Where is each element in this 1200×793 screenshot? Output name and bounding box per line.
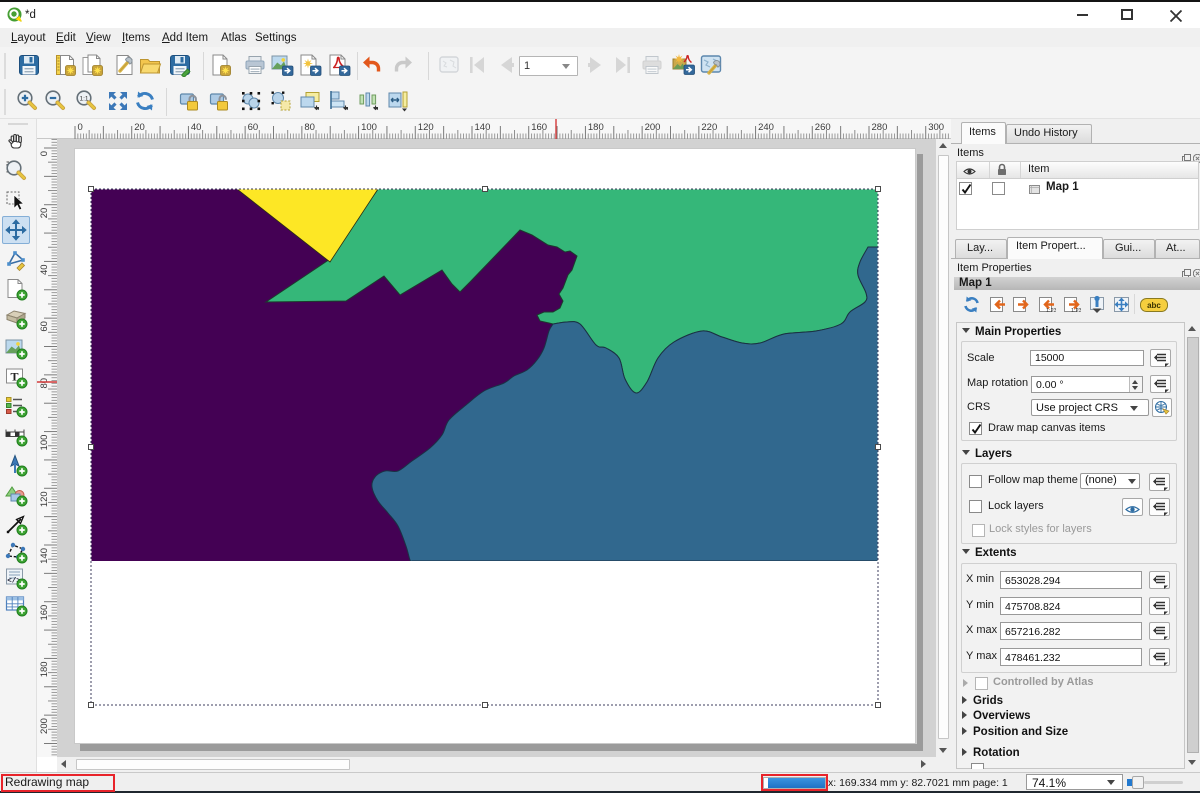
svg-text:40: 40 [191, 122, 202, 133]
svg-text:40: 40 [39, 264, 50, 275]
svg-text:20: 20 [39, 208, 50, 219]
svg-text:220: 220 [701, 122, 717, 133]
svg-text:0: 0 [39, 151, 50, 156]
svg-text:140: 140 [39, 548, 50, 564]
svg-text:100: 100 [39, 435, 50, 451]
svg-text:100: 100 [361, 122, 377, 133]
svg-text:60: 60 [248, 122, 259, 133]
svg-text:abc: abc [1147, 301, 1161, 310]
svg-text:160: 160 [531, 122, 547, 133]
svg-text:200: 200 [39, 718, 50, 734]
svg-text:300: 300 [928, 122, 944, 133]
svg-text:280: 280 [872, 122, 888, 133]
svg-text:120: 120 [39, 491, 50, 507]
svg-text:140: 140 [475, 122, 491, 133]
svg-text:1:23: 1:23 [1046, 308, 1056, 314]
svg-text:180: 180 [588, 122, 604, 133]
svg-text:180: 180 [39, 661, 50, 677]
svg-text:200: 200 [645, 122, 661, 133]
svg-text:160: 160 [39, 605, 50, 621]
svg-text:0: 0 [78, 122, 83, 133]
svg-text:60: 60 [39, 321, 50, 332]
svg-text:1:1: 1:1 [79, 96, 88, 103]
svg-text:120: 120 [418, 122, 434, 133]
svg-text:20: 20 [134, 122, 145, 133]
svg-text:80: 80 [39, 378, 50, 389]
svg-text:1:23: 1:23 [1071, 308, 1081, 314]
svg-text:80: 80 [304, 122, 315, 133]
svg-text:240: 240 [758, 122, 774, 133]
svg-text:260: 260 [815, 122, 831, 133]
